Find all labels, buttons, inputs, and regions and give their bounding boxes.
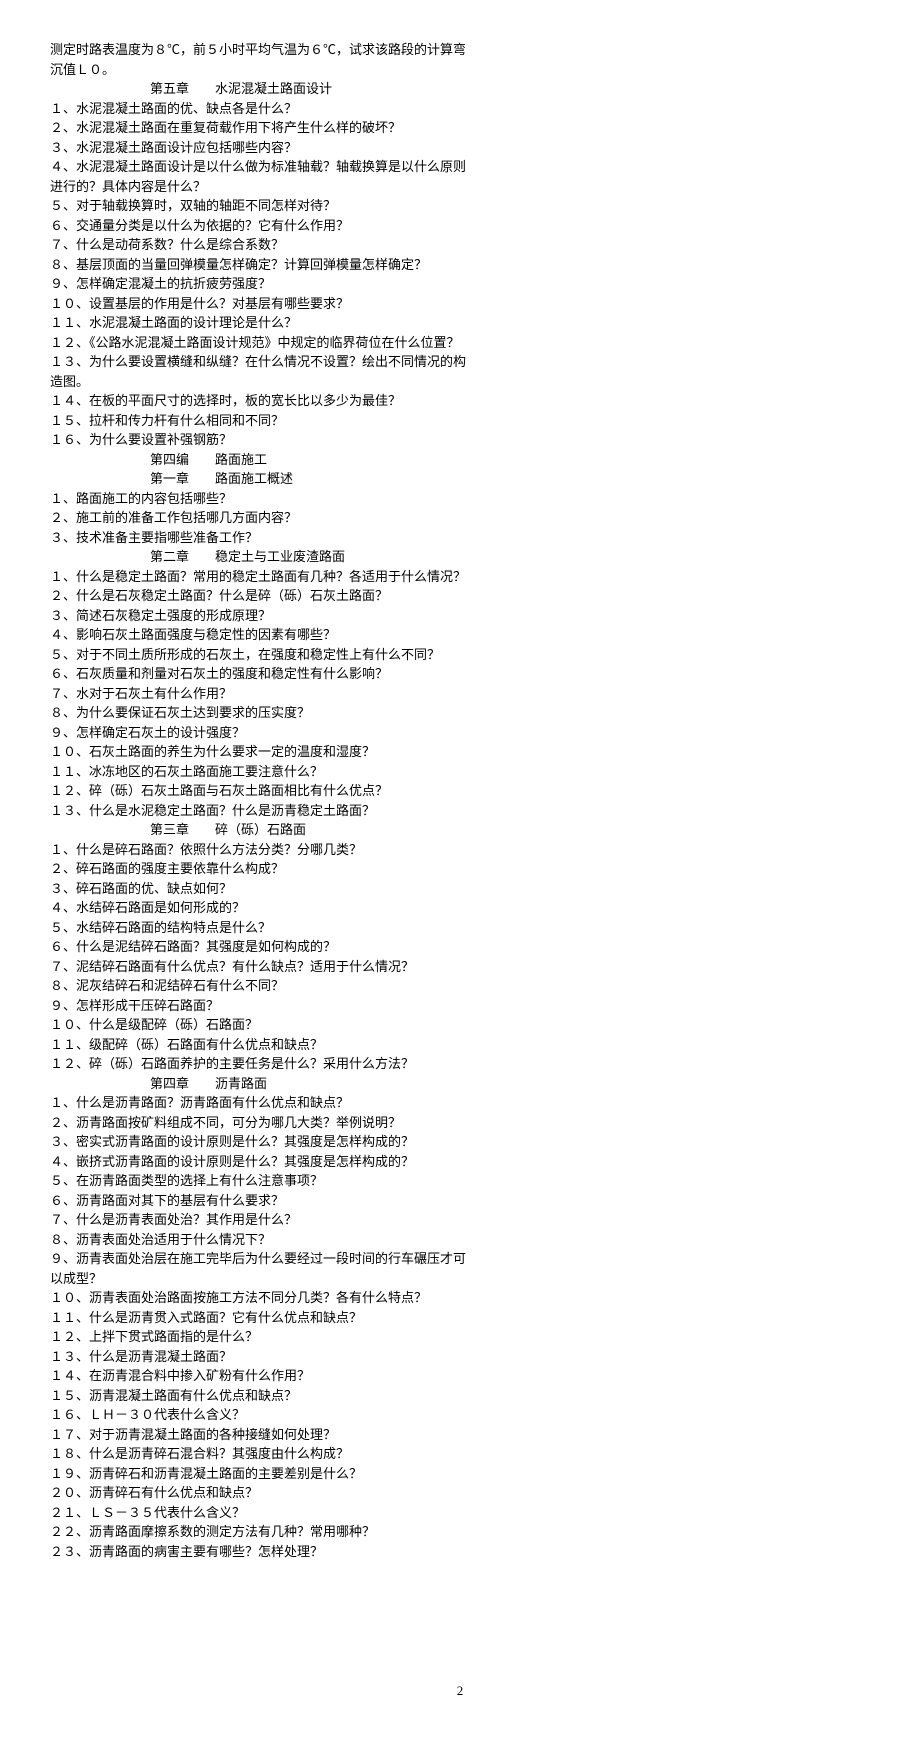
p4-ch1-q1: １、路面施工的内容包括哪些？ bbox=[50, 489, 470, 509]
ch5-q16: １６、为什么要设置补强钢筋？ bbox=[50, 430, 470, 450]
p4-ch2-q6: ６、石灰质量和剂量对石灰土的强度和稳定性有什么影响？ bbox=[50, 664, 470, 684]
ch5-q8: ８、基层顶面的当量回弹模量怎样确定？计算回弹模量怎样确定？ bbox=[50, 255, 470, 275]
ch5-q13: １３、为什么要设置横缝和纵缝？在什么情况不设置？绘出不同情况的构造图。 bbox=[50, 352, 470, 391]
p4-ch3-q6: ６、什么是泥结碎石路面？其强度是如何构成的？ bbox=[50, 937, 470, 957]
p4-ch1-q2: ２、施工前的准备工作包括哪几方面内容？ bbox=[50, 508, 470, 528]
p4-ch4-title: 第四章 沥青路面 bbox=[50, 1074, 470, 1094]
p4-ch3-q8: ８、泥灰结碎石和泥结碎石有什么不同？ bbox=[50, 976, 470, 996]
p4-ch4-q15: １５、沥青混凝土路面有什么优点和缺点？ bbox=[50, 1386, 470, 1406]
ch5-q5: ５、对于轴载换算时，双轴的轴距不同怎样对待？ bbox=[50, 196, 470, 216]
ch5-q3: ３、水泥混凝土路面设计应包括哪些内容？ bbox=[50, 138, 470, 158]
page-number: 2 bbox=[50, 1681, 870, 1701]
ch5-q4: ４、水泥混凝土路面设计是以什么做为标准轴载？轴载换算是以什么原则进行的？具体内容… bbox=[50, 157, 470, 196]
part4-title: 第四编 路面施工 bbox=[50, 450, 470, 470]
p4-ch4-q14: １４、在沥青混合料中掺入矿粉有什么作用？ bbox=[50, 1366, 470, 1386]
p4-ch4-q6: ６、沥青路面对其下的基层有什么要求？ bbox=[50, 1191, 470, 1211]
p4-ch4-q22: ２２、沥青路面摩擦系数的测定方法有几种？常用哪种？ bbox=[50, 1522, 470, 1542]
p4-ch4-q4: ４、嵌挤式沥青路面的设计原则是什么？其强度是怎样构成的？ bbox=[50, 1152, 470, 1172]
ch5-q11: １１、水泥混凝土路面的设计理论是什么？ bbox=[50, 313, 470, 333]
p4-ch3-q5: ５、水结碎石路面的结构特点是什么？ bbox=[50, 918, 470, 938]
ch5-q14: １４、在板的平面尺寸的选择时，板的宽长比以多少为最佳？ bbox=[50, 391, 470, 411]
intro-text: 测定时路表温度为８℃，前５小时平均气温为６℃，试求该路段的计算弯沉值Ｌ０。 bbox=[50, 40, 470, 79]
p4-ch2-title: 第二章 稳定土与工业废渣路面 bbox=[50, 547, 470, 567]
p4-ch4-q1: １、什么是沥青路面？沥青路面有什么优点和缺点？ bbox=[50, 1093, 470, 1113]
p4-ch3-q1: １、什么是碎石路面？依照什么方法分类？分哪几类？ bbox=[50, 840, 470, 860]
p4-ch2-q10: １０、石灰土路面的养生为什么要求一定的温度和湿度？ bbox=[50, 742, 470, 762]
p4-ch1-title: 第一章 路面施工概述 bbox=[50, 469, 470, 489]
ch5-q10: １０、设置基层的作用是什么？对基层有哪些要求？ bbox=[50, 294, 470, 314]
p4-ch2-q1: １、什么是稳定土路面？常用的稳定土路面有几种？各适用于什么情况？ bbox=[50, 567, 470, 587]
ch5-title: 第五章 水泥混凝土路面设计 bbox=[50, 79, 470, 99]
p4-ch2-q9: ９、怎样确定石灰土的设计强度？ bbox=[50, 723, 470, 743]
p4-ch4-q17: １７、对于沥青混凝土路面的各种接缝如何处理？ bbox=[50, 1425, 470, 1445]
p4-ch3-title: 第三章 碎（砾）石路面 bbox=[50, 820, 470, 840]
p4-ch4-q7: ７、什么是沥青表面处治？其作用是什么？ bbox=[50, 1210, 470, 1230]
p4-ch2-q7: ７、水对于石灰土有什么作用？ bbox=[50, 684, 470, 704]
ch5-q7: ７、什么是动荷系数？什么是综合系数？ bbox=[50, 235, 470, 255]
ch5-q1: １、水泥混凝土路面的优、缺点各是什么？ bbox=[50, 99, 470, 119]
ch5-q2: ２、水泥混凝土路面在重复荷载作用下将产生什么样的破坏？ bbox=[50, 118, 470, 138]
p4-ch3-q11: １１、级配碎（砾）石路面有什么优点和缺点？ bbox=[50, 1035, 470, 1055]
p4-ch4-q21: ２１、ＬＳ－３５代表什么含义？ bbox=[50, 1503, 470, 1523]
p4-ch4-q11: １１、什么是沥青贯入式路面？它有什么优点和缺点？ bbox=[50, 1308, 470, 1328]
p4-ch2-q4: ４、影响石灰土路面强度与稳定性的因素有哪些？ bbox=[50, 625, 470, 645]
p4-ch4-q19: １９、沥青碎石和沥青混凝土路面的主要差别是什么？ bbox=[50, 1464, 470, 1484]
p4-ch4-q13: １３、什么是沥青混凝土路面？ bbox=[50, 1347, 470, 1367]
p4-ch4-q12: １２、上拌下贯式路面指的是什么？ bbox=[50, 1327, 470, 1347]
document-body: 测定时路表温度为８℃，前５小时平均气温为６℃，试求该路段的计算弯沉值Ｌ０。 第五… bbox=[50, 40, 470, 1561]
ch5-q15: １５、拉杆和传力杆有什么相同和不同？ bbox=[50, 411, 470, 431]
p4-ch3-q2: ２、碎石路面的强度主要依靠什么构成？ bbox=[50, 859, 470, 879]
p4-ch2-q12: １２、碎（砾）石灰土路面与石灰土路面相比有什么优点？ bbox=[50, 781, 470, 801]
p4-ch2-q13: １３、什么是水泥稳定土路面？什么是沥青稳定土路面？ bbox=[50, 801, 470, 821]
p4-ch2-q11: １１、冰冻地区的石灰土路面施工要注意什么？ bbox=[50, 762, 470, 782]
p4-ch4-q9: ９、沥青表面处治层在施工完毕后为什么要经过一段时间的行车碾压才可以成型？ bbox=[50, 1249, 470, 1288]
p4-ch4-q18: １８、什么是沥青碎石混合料？其强度由什么构成？ bbox=[50, 1444, 470, 1464]
ch5-q6: ６、交通量分类是以什么为依据的？它有什么作用？ bbox=[50, 216, 470, 236]
p4-ch2-q5: ５、对于不同土质所形成的石灰土，在强度和稳定性上有什么不同？ bbox=[50, 645, 470, 665]
p4-ch4-q20: ２０、沥青碎石有什么优点和缺点？ bbox=[50, 1483, 470, 1503]
p4-ch3-q4: ４、水结碎石路面是如何形成的？ bbox=[50, 898, 470, 918]
p4-ch4-q8: ８、沥青表面处治适用于什么情况下？ bbox=[50, 1230, 470, 1250]
p4-ch3-q9: ９、怎样形成干压碎石路面？ bbox=[50, 996, 470, 1016]
p4-ch4-q16: １６、ＬＨ－３０代表什么含义？ bbox=[50, 1405, 470, 1425]
p4-ch3-q12: １２、碎（砾）石路面养护的主要任务是什么？采用什么方法？ bbox=[50, 1054, 470, 1074]
p4-ch4-q5: ５、在沥青路面类型的选择上有什么注意事项？ bbox=[50, 1171, 470, 1191]
p4-ch2-q8: ８、为什么要保证石灰土达到要求的压实度？ bbox=[50, 703, 470, 723]
p4-ch4-q23: ２３、沥青路面的病害主要有哪些？怎样处理？ bbox=[50, 1542, 470, 1562]
ch5-q9: ９、怎样确定混凝土的抗折疲劳强度？ bbox=[50, 274, 470, 294]
p4-ch4-q3: ３、密实式沥青路面的设计原则是什么？其强度是怎样构成的？ bbox=[50, 1132, 470, 1152]
p4-ch3-q3: ３、碎石路面的优、缺点如何？ bbox=[50, 879, 470, 899]
p4-ch2-q3: ３、简述石灰稳定土强度的形成原理？ bbox=[50, 606, 470, 626]
p4-ch1-q3: ３、技术准备主要指哪些准备工作？ bbox=[50, 528, 470, 548]
p4-ch3-q7: ７、泥结碎石路面有什么优点？有什么缺点？适用于什么情况？ bbox=[50, 957, 470, 977]
p4-ch3-q10: １０、什么是级配碎（砾）石路面？ bbox=[50, 1015, 470, 1035]
p4-ch4-q2: ２、沥青路面按矿料组成不同，可分为哪几大类？举例说明？ bbox=[50, 1113, 470, 1133]
p4-ch4-q10: １０、沥青表面处治路面按施工方法不同分几类？各有什么特点？ bbox=[50, 1288, 470, 1308]
p4-ch2-q2: ２、什么是石灰稳定土路面？什么是碎（砾）石灰土路面？ bbox=[50, 586, 470, 606]
ch5-q12: １２、《公路水泥混凝土路面设计规范》中规定的临界荷位在什么位置？ bbox=[50, 333, 470, 353]
